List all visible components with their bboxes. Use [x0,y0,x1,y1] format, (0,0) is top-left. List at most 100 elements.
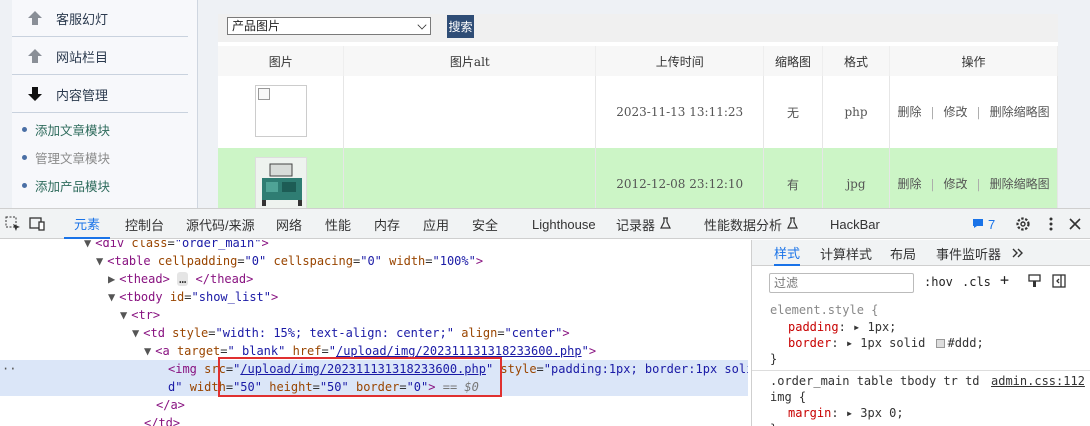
style-declaration[interactable]: margin: ▸ 3px 0; [788,406,904,420]
column-header: 图片alt [343,46,597,76]
tab-event-listeners[interactable]: 事件监听器 [936,240,1001,266]
upload-time-cell: 2012-12-08 23:12:10 [595,148,765,208]
elements-tree: ▼ <div class="order_main"> ▼ <table cellpa… [0,240,748,426]
dom-node-td[interactable]: ▼ <td style="width: 15%; text-align: cent… [132,324,570,342]
tab-performance-insights[interactable]: 性能数据分析 [704,209,798,239]
tab-performance[interactable]: 性能 [325,209,351,239]
tab-application[interactable]: 应用 [423,209,449,239]
separator: | [930,104,935,119]
image-cell [218,148,345,208]
more-options-icon[interactable] [1042,215,1060,233]
ops-cell: 删除 | 修改 | 删除缩略图 [889,76,1058,148]
dom-node-table[interactable]: ▼ <table cellpadding="0" cellspacing="0" … [96,252,483,270]
edit-link[interactable]: 修改 [944,105,968,119]
sidebar-item-add-article[interactable]: 添加文章模块 [12,115,188,143]
tab-styles[interactable]: 样式 [774,240,801,266]
styles-filter-input[interactable]: 过滤 [769,273,914,293]
sidebar-item-add-product[interactable]: 添加产品模块 [12,171,188,199]
tab-recorder[interactable]: 记录器 [616,209,671,239]
category-select[interactable]: 产品图片 [227,17,431,35]
delete-link[interactable]: 删除 [897,105,921,119]
tab-label: 性能数据分析 [704,217,783,233]
chevron-double-right-icon[interactable] [1012,240,1024,266]
delete-link[interactable]: 删除 [897,177,921,191]
screen: 客服幻灯 网站栏目 内容管理 添加文章模块 管理文章模块 添加产品模块 产品图片… [0,0,1090,426]
gear-icon[interactable] [1014,215,1032,233]
sidebar-toggle-icon[interactable] [1052,274,1066,291]
sidebar-header-columns[interactable]: 网站栏目 [12,38,188,75]
upload-time-cell: 2023-11-13 13:11:23 [595,76,765,148]
dom-node-tr[interactable]: ▼ <tr> [120,306,160,324]
dom-node-thead[interactable]: ▶ <thead> … </thead> [108,270,253,288]
close-icon[interactable] [1066,215,1084,233]
column-header: 操作 [889,46,1058,76]
tab-hackbar[interactable]: HackBar [830,209,880,239]
style-declaration[interactable]: padding: ▸ 1px; [788,320,896,334]
href-link[interactable]: /upload/img/202311131318233600.php [336,344,582,358]
rule-close: } [770,422,777,426]
alt-cell [343,76,597,148]
dom-node-tbody[interactable]: ▼ <tbody id="show_list"> [108,288,278,306]
main-content: 产品图片 搜索 图片 图片alt 上传时间 缩略图 格式 操作 2023-11-… [218,14,1058,208]
category-select-value: 产品图片 [232,19,281,33]
sidebar-header-slides[interactable]: 客服幻灯 [12,0,188,37]
tab-lighthouse[interactable]: Lighthouse [532,209,596,239]
search-button[interactable]: 搜索 [447,15,474,38]
column-header: 图片 [218,46,345,76]
dom-node-a-close[interactable]: </a> [156,396,185,414]
sidebar-item-label: 添加产品模块 [35,178,111,194]
tab-elements[interactable]: 元素 [64,209,111,239]
triangle-down-icon: ▼ [132,326,140,340]
inspect-element-icon[interactable] [4,215,22,233]
new-rule-icon[interactable]: + [1000,271,1009,289]
dom-node-div[interactable]: ▼ <div class="order_main"> [84,240,269,252]
node-menu-dots[interactable]: ·· [2,360,16,378]
delete-thumbnail-link[interactable]: 删除缩略图 [990,105,1050,119]
triangle-right-icon: ▸ [845,336,854,350]
format-cell: jpg [822,148,891,208]
broken-image-icon [257,87,270,100]
chevron-down-icon [417,20,427,30]
stylesheet-link[interactable]: admin.css:112 [991,374,1085,388]
device-toolbar-icon[interactable] [28,215,46,233]
paint-icon[interactable] [1028,274,1041,291]
tab-sources[interactable]: 源代码/来源 [186,209,255,239]
search-toolbar: 产品图片 搜索 [218,14,1058,42]
broken-image[interactable] [254,84,307,137]
edit-link[interactable]: 修改 [944,177,968,191]
tab-security[interactable]: 安全 [472,209,498,239]
hov-toggle[interactable]: :hov [924,275,953,289]
style-declaration[interactable]: border: ▸ 1px solid #ddd; [788,336,984,350]
divider [752,370,1090,371]
triangle-down-icon: ▼ [144,344,152,358]
issues-count: 7 [988,216,996,232]
tab-console[interactable]: 控制台 [125,209,164,239]
machine-image-icon [255,157,306,208]
product-image[interactable] [254,156,307,208]
sidebar-header-label: 网站栏目 [56,50,109,66]
sidebar-item-manage-article[interactable]: 管理文章模块 [12,143,188,171]
triangle-down-icon: ▼ [120,308,128,322]
sidebar-header-content[interactable]: 内容管理 [12,76,188,113]
tab-label: 记录器 [616,217,656,233]
tab-network[interactable]: 网络 [276,209,302,239]
down-arrow-icon [26,85,44,103]
table-row: 2023-11-13 13:11:23 无 php 删除 | 修改 | 删除缩略图 [218,76,1058,148]
bullet-icon [22,182,27,188]
collapsed-ellipsis[interactable]: … [177,272,189,286]
tab-memory[interactable]: 内存 [374,209,400,239]
delete-thumbnail-link[interactable]: 删除缩略图 [990,177,1050,191]
image-cell [218,76,345,148]
alt-cell [343,148,597,208]
separator: | [976,104,981,119]
tab-computed[interactable]: 计算样式 [820,240,872,266]
cls-toggle[interactable]: .cls [962,275,991,289]
table-row: 2012-12-08 23:12:10 有 jpg 删除 | 修改 | 删除缩略图 [218,148,1058,208]
tab-layout[interactable]: 布局 [890,240,916,266]
up-arrow-icon [26,9,44,27]
issues-counter[interactable]: 7 [972,209,995,239]
flask-icon [660,216,671,232]
color-swatch[interactable] [935,339,945,348]
dom-node-td-close[interactable]: </td> [144,414,180,426]
bullet-icon [22,126,27,132]
